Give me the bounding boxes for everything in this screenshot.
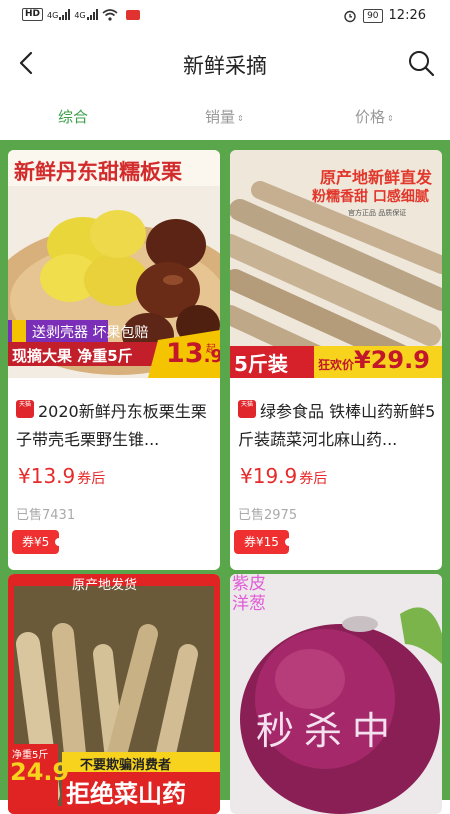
- image-promo-text: 送剥壳器 坏果包赔: [32, 322, 148, 342]
- product-image[interactable]: 新鲜丹东甜糯板栗 送剥壳器 坏果包赔 现摘大果 净重5斤 13.9 起: [8, 150, 220, 378]
- sold-count: 已售2975: [238, 508, 298, 523]
- status-right: 90 12:26: [343, 8, 426, 23]
- image-banner-text: 原产地新鲜直发: [320, 168, 433, 187]
- signal-label-2: 4G: [74, 11, 86, 20]
- signal-icon-2: 4G: [74, 9, 98, 20]
- tab-comprehensive[interactable]: 综合: [58, 106, 88, 127]
- product-image[interactable]: 原产地发货 净重5斤 24.9 不要欺骗消费者 拒绝菜山药: [8, 574, 220, 814]
- coupon-badge[interactable]: 券¥5: [12, 530, 64, 554]
- image-price-main: 13: [166, 338, 204, 369]
- hd-icon: HD: [22, 8, 44, 21]
- image-overlay-text: 秒杀中: [256, 709, 401, 753]
- image-banner-text: 原产地发货: [72, 578, 138, 593]
- product-image[interactable]: 原产地新鲜直发 粉糯香甜 口感细腻 官方正品 品质保证 5斤装 狂欢价 ¥29.…: [230, 150, 442, 378]
- signal-icon: 4G: [47, 9, 71, 20]
- tab-label: 销量: [205, 108, 236, 126]
- image-banner-text: 粉糯香甜 口感细腻: [312, 189, 429, 205]
- image-price-qi: 起: [206, 344, 216, 355]
- image-tag-text: 紫皮 洋葱: [232, 574, 266, 614]
- image-price-text: 24.9: [10, 758, 70, 786]
- coupon-badge[interactable]: 券¥15: [234, 530, 293, 554]
- product-card[interactable]: 原产地新鲜直发 粉糯香甜 口感细腻 官方正品 品质保证 5斤装 狂欢价 ¥29.…: [230, 150, 442, 570]
- image-banner-text: 官方正品 品质保证: [348, 209, 407, 217]
- image-sale-label: 狂欢价: [318, 358, 355, 372]
- product-card[interactable]: 新鲜丹东甜糯板栗 送剥壳器 坏果包赔 现摘大果 净重5斤 13.9 起 天猫 2…: [8, 150, 220, 570]
- title-bar: 新鲜采摘: [0, 32, 450, 96]
- page-title: 新鲜采摘: [183, 54, 267, 78]
- product-title[interactable]: 绿参食品 铁棒山药新鲜5斤装蔬菜河北麻山药...: [238, 398, 436, 454]
- product-price: ¥13.9 券后: [18, 464, 105, 488]
- product-card[interactable]: 原产地发货 净重5斤 24.9 不要欺骗消费者 拒绝菜山药: [8, 574, 220, 814]
- app-notification-icon: [125, 9, 140, 20]
- clock: 12:26: [388, 8, 426, 23]
- ribbon-text: 现摘大果: [12, 347, 73, 365]
- wifi-icon: [102, 8, 118, 21]
- price-suffix: 券后: [77, 471, 106, 487]
- product-image[interactable]: 紫皮 洋葱 秒杀中: [230, 574, 442, 814]
- promo-text: 坏果包赔: [92, 325, 149, 341]
- status-bar: HD 4G 4G 90 12:26: [0, 0, 450, 32]
- product-title[interactable]: 2020新鲜丹东板栗生栗子带壳毛栗野生锥...: [16, 398, 214, 454]
- image-tag-line: 紫皮: [232, 574, 266, 594]
- sort-arrows-icon: ⇕: [387, 114, 394, 123]
- image-ribbon-text: 现摘大果 净重5斤: [12, 345, 133, 366]
- product-card[interactable]: 紫皮 洋葱 秒杀中: [230, 574, 442, 814]
- alarm-icon: [344, 10, 356, 22]
- ribbon-text: 净重5斤: [77, 347, 133, 365]
- image-slogan-text: 拒绝菜山药: [66, 780, 186, 808]
- tab-sales[interactable]: 销量 ⇕: [205, 106, 244, 127]
- image-weight-text: 5斤装: [234, 352, 288, 376]
- product-price: ¥19.9 券后: [240, 464, 327, 488]
- price-suffix: 券后: [299, 471, 328, 487]
- product-grid: 新鲜丹东甜糯板栗 送剥壳器 坏果包赔 现摘大果 净重5斤 13.9 起 天猫 2…: [0, 140, 450, 814]
- image-slogan-text: 不要欺骗消费者: [80, 758, 172, 773]
- tab-price[interactable]: 价格 ⇕: [355, 106, 394, 127]
- promo-text: 送剥壳器: [32, 325, 88, 341]
- battery-icon: 90: [363, 8, 383, 23]
- tab-label: 价格: [355, 108, 386, 126]
- price-value: ¥19.9: [240, 464, 298, 488]
- search-icon[interactable]: [406, 48, 436, 78]
- image-banner-text: 新鲜丹东甜糯板栗: [14, 160, 182, 184]
- sold-count: 已售7431: [16, 508, 76, 523]
- status-left: HD 4G 4G: [22, 8, 140, 21]
- tab-label: 综合: [58, 108, 89, 126]
- sort-arrows-icon: ⇕: [237, 114, 244, 123]
- image-tag-line: 洋葱: [232, 594, 266, 614]
- sort-tabs: 综合 销量 ⇕ 价格 ⇕: [0, 96, 450, 138]
- signal-label: 4G: [47, 11, 59, 20]
- price-value: ¥13.9: [18, 464, 76, 488]
- image-price-text: ¥29.9: [354, 346, 430, 374]
